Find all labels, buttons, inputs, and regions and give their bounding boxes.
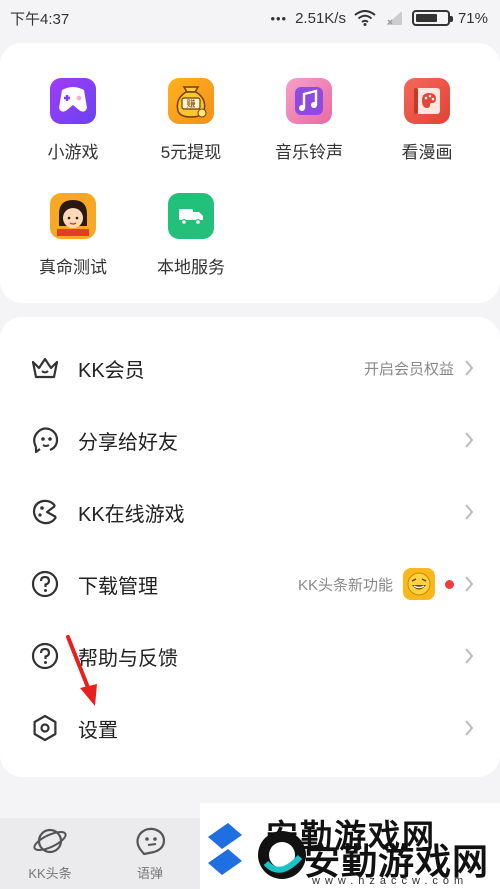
app-label: 看漫画 [401,143,453,162]
menu-label: 下载管理 [78,575,158,598]
chevron-right-icon [465,432,474,448]
site-watermark: 安勤游戏网 安勤游戏网 www.hzaccw.com [200,803,500,889]
chevron-right-icon [465,504,474,520]
nav-label: 语弹 [136,866,163,881]
watermark-url: www.hzaccw.com [312,875,469,887]
signal-icon [385,11,402,25]
menu-right [464,504,474,520]
app-label: 音乐铃声 [275,143,343,162]
network-speed: 2.51K/s [295,9,346,27]
wifi-icon [354,10,376,26]
mini-apps-card: 小游戏 赚 5元提现 音乐铃声 看漫画 真命测试 本地服务 [0,43,500,303]
hexagon-settings-icon [33,714,57,742]
nav-tab-yudan[interactable]: 语弹 [100,818,200,889]
delivery-truck-icon [168,193,214,239]
menu-item-online-games[interactable]: KK在线游戏 [0,476,500,548]
question-circle-icon [31,570,59,598]
menu-item-share[interactable]: 分享给好友 [0,404,500,476]
gamepad-icon [50,78,96,124]
palette-book-icon [404,78,450,124]
chevron-right-icon [465,720,474,736]
chevron-right-icon [465,576,474,592]
money-bag-icon: 赚 [168,78,214,124]
crown-icon [31,357,59,379]
vip-hint: 开启会员权益 [363,360,454,378]
chevron-right-icon [465,648,474,664]
menu-label: KK在线游戏 [78,503,185,526]
chat-face-icon [136,827,166,856]
menu-label: 设置 [78,719,118,742]
chevron-right-icon [465,360,474,376]
menu-label: KK会员 [78,359,145,382]
watermark-logo-icon [208,823,306,879]
nav-label: KK头条 [28,866,72,881]
app-label: 真命测试 [39,258,107,277]
app-label: 本地服务 [157,258,225,277]
app-label: 5元提现 [160,143,222,162]
status-dots: ••• [270,10,288,26]
menu-right [464,648,474,664]
planet-icon [33,828,67,854]
menu-right [464,432,474,448]
battery-percent: 71% [457,9,488,27]
game-face-icon [32,499,57,525]
share-face-icon [33,427,59,454]
app-mini-games[interactable]: 小游戏 [18,78,128,163]
avatar-test-icon [50,193,96,239]
menu-right: 开启会员权益 [364,358,474,379]
app-cash-out[interactable]: 赚 5元提现 [136,78,246,163]
battery-icon [411,10,453,26]
red-dot-badge [445,579,454,589]
status-bar: 下午4:37 ••• 2.51K/s 71% [0,0,500,36]
app-local-services[interactable]: 本地服务 [136,193,246,278]
app-destiny-test[interactable]: 真命测试 [18,193,128,278]
music-note-icon [286,78,332,124]
svg-text:赚: 赚 [186,98,195,110]
app-ringtones[interactable]: 音乐铃声 [254,78,364,163]
menu-right: KK头条新功能 [298,568,474,600]
bottom-nav: KK头条 语弹 [0,818,200,889]
app-label: 小游戏 [47,143,99,162]
menu-label: 分享给好友 [78,431,178,454]
laughing-emoji-icon [403,568,435,600]
new-feature-hint: KK头条新功能 [297,576,393,594]
menu-item-downloads[interactable]: 下载管理 KK头条新功能 [0,548,500,620]
battery-level [415,14,438,22]
question-circle-icon [31,642,59,670]
red-arrow-icon [66,635,97,706]
menu-right [464,720,474,736]
status-time: 下午4:37 [10,10,70,28]
status-indicators: ••• 2.51K/s 71% [270,10,488,27]
menu-card: KK会员 开启会员权益 分享给好友 KK在线游戏 下载管理 KK头条新功能 帮助… [0,317,500,777]
app-comics[interactable]: 看漫画 [372,78,482,163]
menu-item-vip[interactable]: KK会员 开启会员权益 [0,332,500,404]
nav-tab-kk-headlines[interactable]: KK头条 [0,818,100,889]
